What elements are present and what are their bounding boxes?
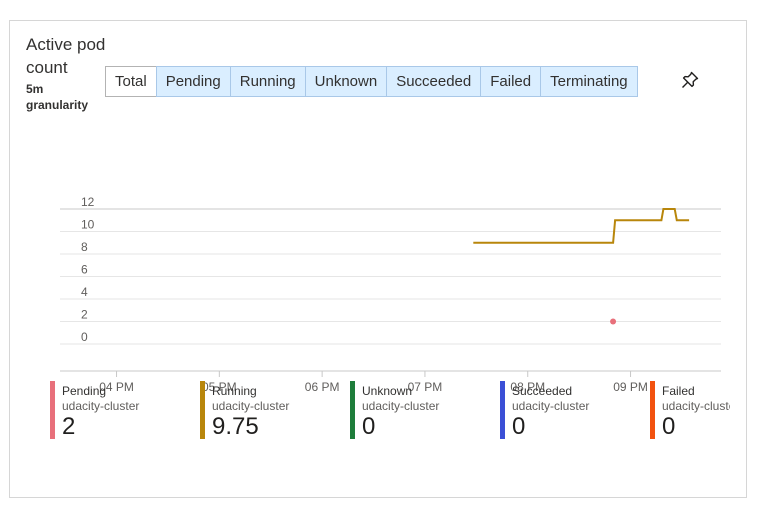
legend-value: 9.75 bbox=[212, 413, 259, 440]
legend-item-failed[interactable]: Failedudacity-cluster0 bbox=[650, 381, 730, 441]
legend-series-name: Unknown bbox=[362, 384, 413, 398]
y-tick-label: 6 bbox=[81, 263, 88, 277]
legend-color-bar bbox=[500, 381, 505, 439]
legend-cluster-name: udacity-cluster bbox=[362, 399, 440, 413]
legend-cluster-name: udacity-cluster bbox=[662, 399, 730, 413]
legend-value: 2 bbox=[62, 413, 76, 440]
series-line-running bbox=[473, 208, 690, 244]
legend-color-bar bbox=[200, 381, 205, 439]
y-tick-label: 8 bbox=[81, 240, 88, 254]
legend-item-running[interactable]: Running udacity-cluster 9.75 bbox=[200, 381, 340, 441]
legend-cluster-name: udacity-cluster bbox=[212, 399, 290, 413]
legend-color-bar bbox=[350, 381, 355, 439]
legend-value: 0 bbox=[662, 413, 676, 440]
legend-series-name: Running bbox=[212, 384, 257, 398]
legend-item-unknown[interactable]: Unknown udacity-cluster 0 bbox=[350, 381, 490, 441]
legend-series-name: Failed bbox=[662, 384, 695, 398]
line-chart: 02468101204 PM 05 PM 06 PM 07 PM 08 PM 09 PM bbox=[60, 195, 721, 394]
legend-item-pending[interactable]: Pending udacity-cluster 2 bbox=[50, 381, 190, 441]
legend-item-succeeded[interactable]: Succeeded udacity-cluster 0 bbox=[500, 381, 640, 441]
legend-series-name: Pending bbox=[62, 384, 107, 398]
legend-series-name: Succeeded bbox=[512, 384, 573, 398]
data-point-pending bbox=[610, 318, 617, 325]
y-tick-label: 4 bbox=[81, 285, 88, 299]
legend-value: 0 bbox=[362, 413, 376, 440]
legend-cluster-name: udacity-cluster bbox=[62, 399, 140, 413]
legend: Pending udacity-cluster 2 Running udacity-cl… bbox=[50, 381, 730, 441]
y-tick-label: 12 bbox=[81, 195, 95, 209]
y-tick-label: 0 bbox=[81, 330, 88, 344]
y-tick-label: 10 bbox=[81, 218, 95, 232]
legend-color-bar bbox=[50, 381, 55, 439]
legend-value: 0 bbox=[512, 413, 526, 440]
legend-color-bar bbox=[650, 381, 655, 439]
legend-cluster-name: udacity-cluster bbox=[512, 399, 590, 413]
y-tick-label: 2 bbox=[81, 308, 88, 322]
